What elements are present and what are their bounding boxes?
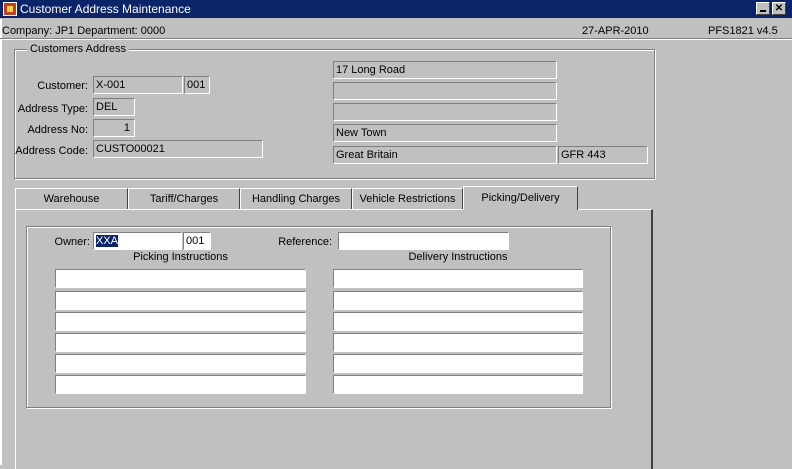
divider (0, 39, 792, 40)
reference-field[interactable] (338, 232, 509, 250)
address-type-label: Address Type: (17, 103, 88, 115)
picking-instruction-field[interactable] (55, 354, 306, 373)
tab-warehouse[interactable]: Warehouse (15, 188, 128, 210)
customer-suffix-field[interactable]: 001 (184, 76, 210, 94)
picking-instruction-field[interactable] (55, 291, 306, 310)
delivery-instruction-field[interactable] (333, 333, 583, 352)
postcode-field[interactable]: GFR 443 (558, 146, 648, 164)
owner-label: Owner: (54, 236, 90, 248)
address-line-1-field[interactable]: 17 Long Road (333, 61, 557, 79)
address-code-field[interactable]: CUSTO00021 (93, 140, 263, 158)
window-edge (0, 19, 2, 465)
form-id-text: PFS1821 v4.5 (708, 25, 778, 37)
delivery-instruction-field[interactable] (333, 354, 583, 373)
app-icon (3, 2, 17, 16)
tab-handling-charges[interactable]: Handling Charges (240, 188, 352, 210)
picking-instruction-field[interactable] (55, 375, 306, 394)
address-no-label: Address No: (27, 124, 88, 136)
delivery-instruction-field[interactable] (333, 291, 583, 310)
address-line-3-field[interactable] (333, 103, 557, 121)
tab-vehicle-restrictions[interactable]: Vehicle Restrictions (352, 188, 463, 210)
address-line-2-field[interactable] (333, 82, 557, 100)
country-field[interactable]: Great Britain (333, 146, 557, 164)
minimize-button[interactable] (756, 2, 770, 15)
picking-instruction-field[interactable] (55, 333, 306, 352)
customer-label: Customer: (37, 80, 88, 92)
picking-instruction-field[interactable] (55, 269, 306, 288)
owner-value: XXA (96, 235, 119, 247)
address-no-field[interactable]: 1 (93, 119, 135, 137)
address-type-field[interactable]: DEL (93, 98, 135, 116)
owner-field[interactable]: XXA (93, 232, 182, 250)
group-legend: Customers Address (27, 43, 129, 55)
owner-suffix-field[interactable]: 001 (183, 232, 211, 250)
title-bar[interactable]: Customer Address Maintenance ✕ (0, 0, 792, 18)
customer-code-field[interactable]: X-001 (93, 76, 183, 94)
address-line-4-field[interactable]: New Town (333, 124, 557, 142)
delivery-instruction-field[interactable] (333, 375, 583, 394)
address-code-label: Address Code: (15, 145, 88, 157)
reference-label: Reference: (278, 236, 332, 248)
close-button[interactable]: ✕ (772, 2, 786, 15)
delivery-instructions-header: Delivery Instructions (408, 251, 508, 263)
picking-instructions-header: Picking Instructions (133, 251, 228, 263)
tab-picking-delivery[interactable]: Picking/Delivery (463, 186, 578, 210)
date-text: 27-APR-2010 (582, 25, 649, 37)
window-title: Customer Address Maintenance (20, 2, 191, 16)
tab-tariff-charges[interactable]: Tariff/Charges (128, 188, 240, 210)
delivery-instruction-field[interactable] (333, 269, 583, 288)
delivery-instruction-field[interactable] (333, 312, 583, 331)
picking-instruction-field[interactable] (55, 312, 306, 331)
company-department-text: Company: JP1 Department: 0000 (2, 25, 166, 37)
